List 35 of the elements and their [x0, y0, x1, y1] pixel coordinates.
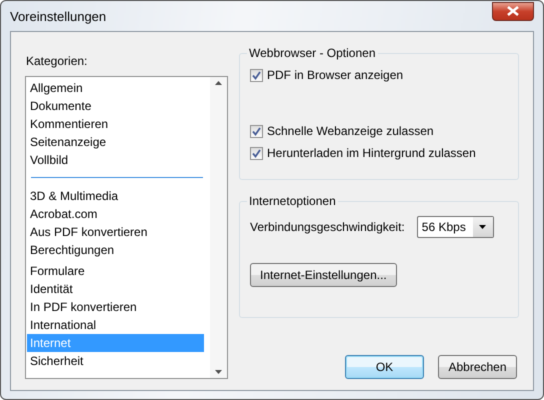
checkbox[interactable] — [250, 68, 263, 82]
dialog-button[interactable]: OK — [345, 355, 424, 379]
checkbox-label: PDF in Browser anzeigen — [267, 68, 404, 82]
dialog-button[interactable]: Abbrechen — [438, 355, 517, 379]
category-item[interactable]: Acrobat.com — [27, 205, 204, 223]
caret-icon — [479, 225, 486, 229]
close-icon — [506, 5, 520, 17]
categories-list[interactable]: Allgemein Dokumente Kommentieren Seitenanzeige Vollbild 3D & Multimedia Acrobat.com Aus PDF konvertieren Berechtigungen Formulare Identität In PDF konvertieren International Internet Sicherheit — [25, 76, 228, 379]
scroll-down-icon[interactable] — [215, 370, 222, 374]
category-item[interactable]: Dokumente — [27, 97, 204, 115]
speed-label: Verbindungsgeschwindigkeit: — [250, 220, 405, 234]
category-item[interactable]: Sicherheit — [27, 352, 204, 370]
scroll-up-icon[interactable] — [215, 81, 222, 85]
checkbox-label: Herunterladen im Hintergrund zulassen — [267, 146, 476, 160]
category-item[interactable]: Identität — [27, 280, 204, 298]
category-item[interactable]: 3D & Multimedia — [27, 187, 204, 205]
speed-dropdown[interactable]: 56 Kbps — [416, 216, 494, 238]
category-item[interactable]: Aus PDF konvertieren — [27, 223, 204, 241]
internet-settings-button[interactable]: Internet-Einstellungen... — [250, 263, 397, 287]
categories-label: Kategorien: — [26, 54, 88, 68]
category-item[interactable]: Berechtigungen — [27, 241, 204, 259]
category-item[interactable]: Seitenanzeige — [27, 133, 204, 151]
group-title: Internetoptionen — [248, 194, 337, 208]
window-title: Voreinstellungen — [10, 8, 106, 24]
category-item[interactable]: Vollbild — [27, 151, 204, 169]
group-title: Webbrowser - Optionen — [248, 46, 377, 60]
category-item[interactable]: Kommentieren — [27, 115, 204, 133]
category-item[interactable]: In PDF konvertieren — [27, 298, 204, 316]
close-button[interactable] — [492, 2, 534, 20]
checkbox-label: Schnelle Webanzeige zulassen — [267, 124, 434, 138]
category-item[interactable]: Formulare — [27, 262, 204, 280]
checkbox[interactable] — [250, 124, 263, 138]
category-item[interactable]: International — [27, 316, 204, 334]
checkbox[interactable] — [250, 146, 263, 160]
category-item[interactable]: Allgemein — [27, 79, 204, 97]
